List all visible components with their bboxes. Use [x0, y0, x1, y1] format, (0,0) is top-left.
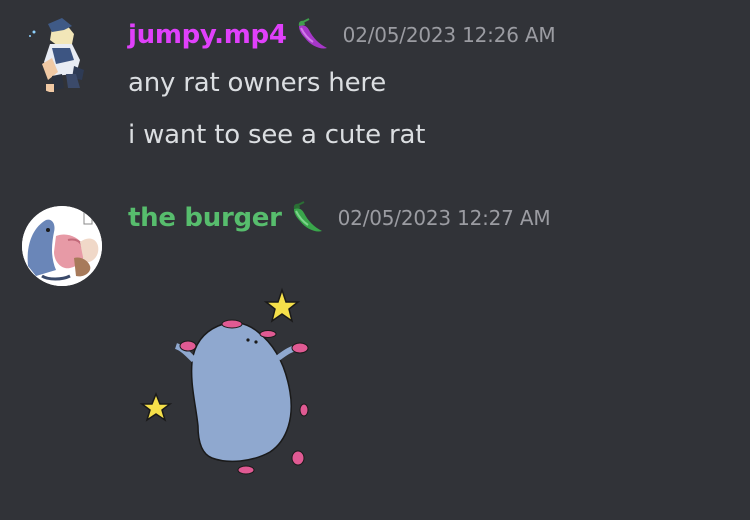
- creature-hug-avatar-image: [22, 206, 102, 286]
- username[interactable]: jumpy.mp4: [128, 20, 287, 50]
- avatar[interactable]: [22, 206, 102, 286]
- timestamp: 02/05/2023 12:26 AM: [342, 23, 556, 47]
- anime-character-avatar-image: [29, 18, 84, 92]
- username[interactable]: the burger: [128, 203, 282, 233]
- green-pepper-icon: [290, 201, 324, 235]
- timestamp: 02/05/2023 12:27 AM: [337, 206, 551, 230]
- message-text: any rat owners here: [128, 68, 387, 98]
- rat-gif-attachment[interactable]: [128, 276, 328, 486]
- message-header: the burger 02/05/2023 12:27 AM: [128, 201, 551, 235]
- avatar[interactable]: [22, 14, 102, 94]
- message-header: jumpy.mp4 02/05/2023 12:26 AM: [128, 18, 556, 52]
- message-text: i want to see a cute rat: [128, 120, 426, 150]
- star-icon: [139, 391, 173, 422]
- star-icon: [263, 287, 301, 323]
- purple-pepper-icon: [295, 18, 329, 52]
